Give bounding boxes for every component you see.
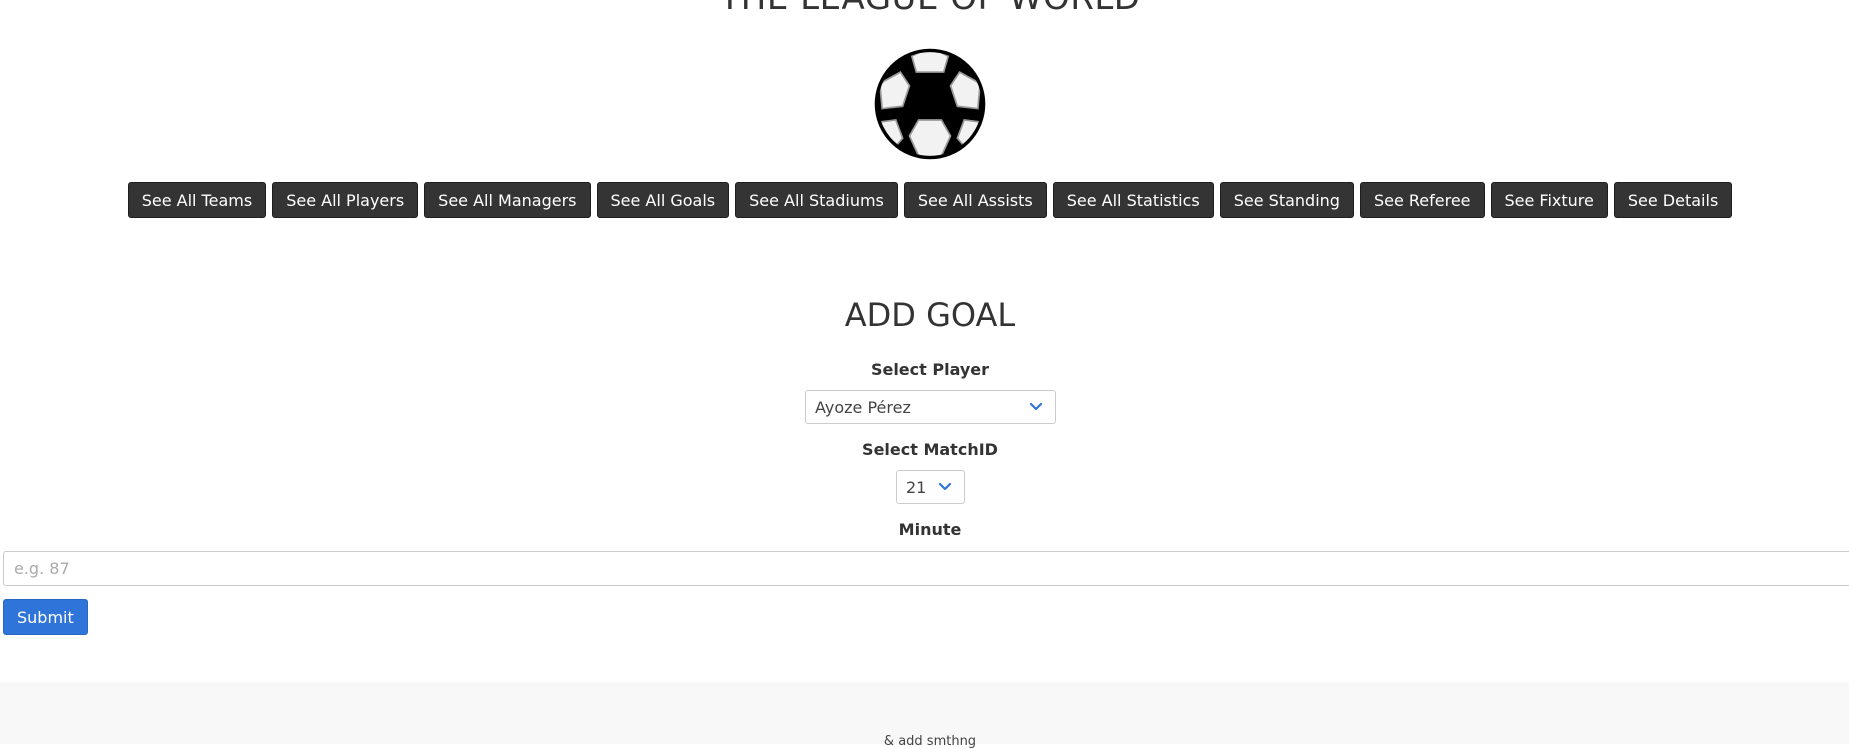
see-all-teams-button[interactable]: See All Teams: [127, 182, 267, 218]
submit-button[interactable]: Submit: [3, 599, 88, 635]
player-select-value: Ayoze Pérez: [815, 397, 911, 417]
see-all-stadiums-button[interactable]: See All Stadiums: [735, 182, 898, 218]
match-select-value: 21: [906, 477, 927, 497]
site-title: THE LEAGUE OF WORLD: [0, 0, 1849, 18]
player-select[interactable]: Ayoze Pérez: [805, 390, 1056, 424]
see-standing-button[interactable]: See Standing: [1219, 182, 1354, 218]
form-title: ADD GOAL: [844, 296, 1016, 334]
chevron-down-icon: [1029, 402, 1043, 411]
see-fixture-button[interactable]: See Fixture: [1490, 182, 1608, 218]
see-all-statistics-button[interactable]: See All Statistics: [1052, 182, 1214, 218]
see-all-goals-button[interactable]: See All Goals: [596, 182, 730, 218]
minute-label: Minute: [898, 520, 962, 539]
match-select-label: Select MatchID: [862, 440, 998, 459]
see-referee-button[interactable]: See Referee: [1359, 182, 1485, 218]
main-nav: See All Teams See All Players See All Ma…: [0, 182, 1849, 218]
see-details-button[interactable]: See Details: [1613, 182, 1733, 218]
minute-input[interactable]: [3, 551, 1849, 586]
match-select[interactable]: 21: [896, 470, 965, 504]
see-all-players-button[interactable]: See All Players: [272, 182, 419, 218]
chevron-down-icon: [938, 482, 952, 491]
soccer-ball-icon: [874, 48, 986, 160]
footer-text: & add smthng: [883, 734, 977, 749]
player-select-label: Select Player: [870, 360, 990, 379]
see-all-assists-button[interactable]: See All Assists: [903, 182, 1047, 218]
see-all-managers-button[interactable]: See All Managers: [424, 182, 591, 218]
